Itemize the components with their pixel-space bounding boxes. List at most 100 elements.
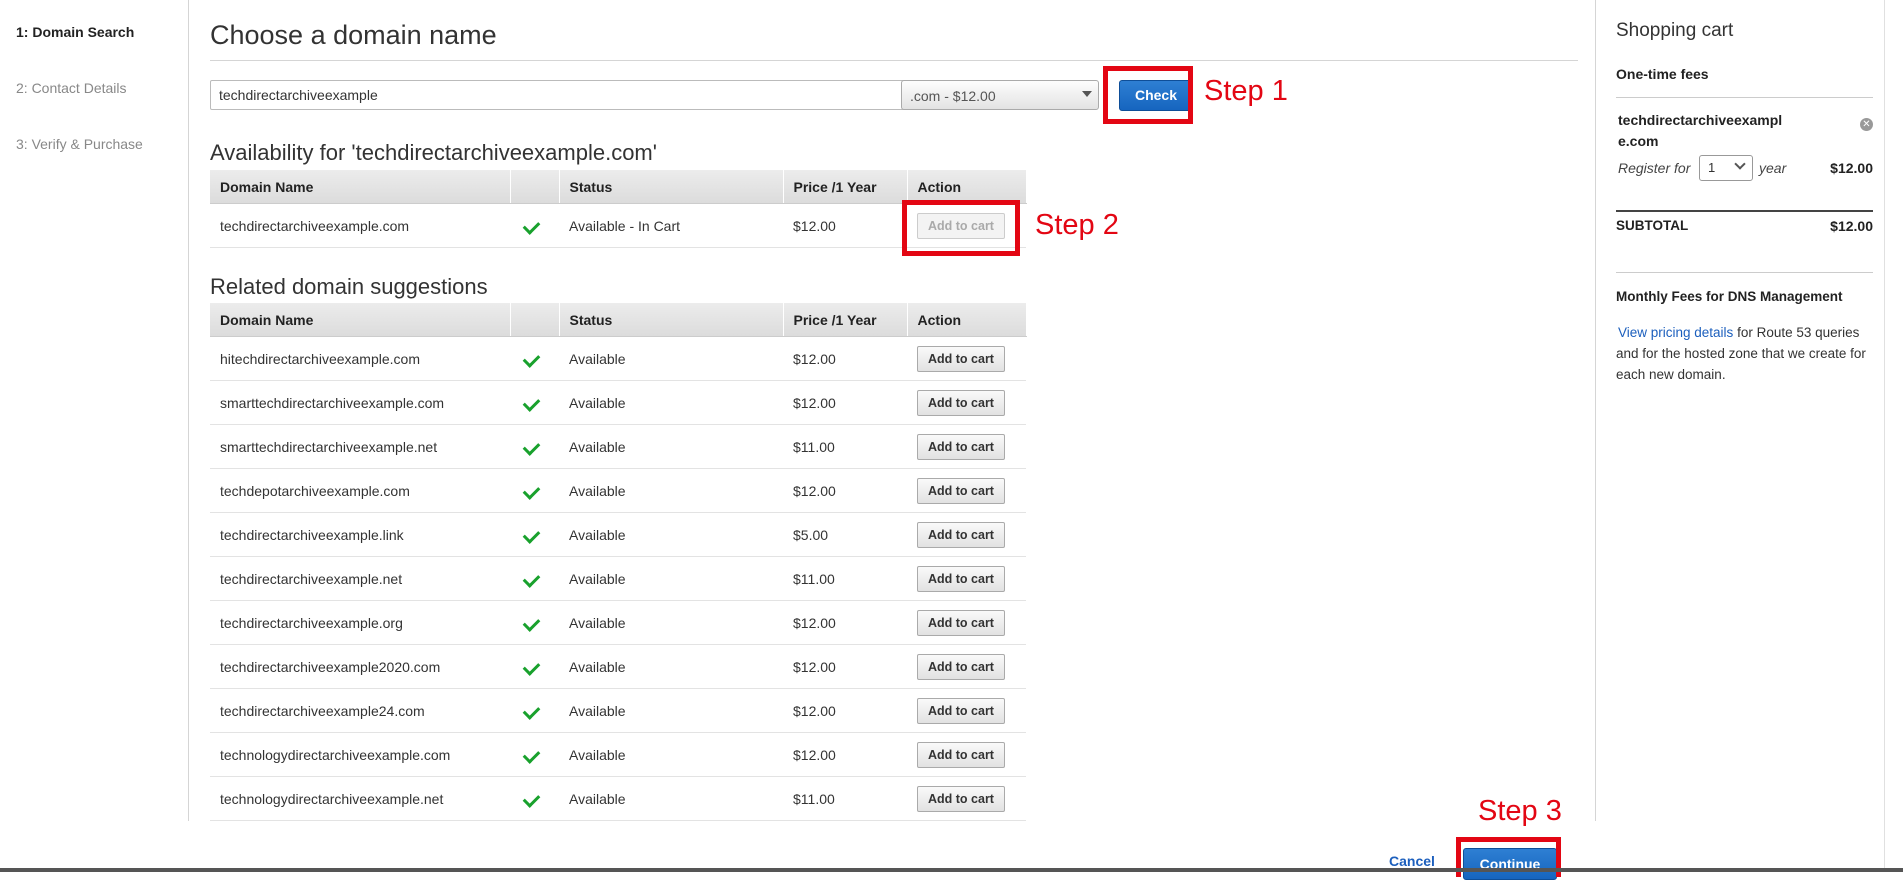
- domain-name: techdirectarchiveexample24.com: [210, 688, 510, 733]
- tld-select-value: .com - $12.00: [910, 88, 996, 104]
- domain-price: $12.00: [783, 644, 907, 689]
- domain-status: Available: [559, 468, 783, 513]
- domain-status: Available: [559, 732, 783, 777]
- domain-status: Available: [559, 644, 783, 689]
- cancel-link[interactable]: Cancel: [1389, 853, 1435, 869]
- add-to-cart-button[interactable]: Add to cart: [917, 609, 1005, 636]
- chevron-down-icon: [1082, 91, 1092, 97]
- domain-status: Available: [559, 336, 783, 381]
- col-check: [510, 303, 560, 337]
- table-row: techdirectarchiveexample.link Available $5…: [210, 512, 1026, 557]
- domain-price: $11.00: [783, 776, 907, 821]
- domain-name: techdirectarchiveexample.com: [210, 203, 510, 248]
- table-header-row: Domain Name Status Price /1 Year Action: [210, 303, 1027, 337]
- bottom-divider: [0, 868, 1903, 872]
- add-to-cart-button[interactable]: Add to cart: [917, 565, 1005, 592]
- domain-name: techdirectarchiveexample2020.com: [210, 644, 510, 689]
- one-time-fees-label: One-time fees: [1616, 66, 1709, 82]
- domain-price: $12.00: [783, 380, 907, 425]
- cart-divider: [1616, 97, 1873, 98]
- domain-status: Available: [559, 776, 783, 821]
- domain-name: technologydirectarchiveexample.com: [210, 732, 510, 777]
- check-icon: [522, 569, 541, 588]
- step1-highlight: [1103, 66, 1193, 124]
- table-header-row: Domain Name Status Price /1 Year Action: [210, 170, 1027, 204]
- check-icon: [522, 613, 541, 632]
- domain-price: $12.00: [783, 336, 907, 381]
- scrollbar[interactable]: [1884, 0, 1903, 868]
- check-icon: [522, 393, 541, 412]
- suggestions-title: Related domain suggestions: [210, 274, 488, 299]
- domain-price: $12.00: [783, 732, 907, 777]
- domain-name: smarttechdirectarchiveexample.com: [210, 380, 510, 425]
- table-row: techdepotarchiveexample.com Available $12.…: [210, 468, 1026, 513]
- availability-title: Availability for 'techdirectarchiveexamp…: [210, 140, 657, 165]
- add-to-cart-button[interactable]: Add to cart: [917, 389, 1005, 416]
- chevron-down-icon: [1734, 158, 1746, 170]
- table-row: techdirectarchiveexample.org Available $12…: [210, 600, 1026, 645]
- add-to-cart-button[interactable]: Add to cart: [917, 785, 1005, 812]
- domain-status: Available - In Cart: [559, 203, 783, 248]
- domain-price: $11.00: [783, 556, 907, 601]
- col-price: Price /1 Year: [783, 170, 908, 204]
- step2-highlight: [902, 200, 1020, 256]
- col-domain-name: Domain Name: [210, 170, 511, 204]
- check-icon: [522, 437, 541, 456]
- domain-price: $12.00: [783, 688, 907, 733]
- domain-name: techdirectarchiveexample.org: [210, 600, 510, 645]
- domain-search-input[interactable]: [210, 80, 912, 110]
- add-to-cart-button[interactable]: Add to cart: [917, 741, 1005, 768]
- table-row: smarttechdirectarchiveexample.com Availab…: [210, 380, 1026, 425]
- wizard-nav: 1: Domain Search 2: Contact Details 3: V…: [0, 0, 189, 821]
- col-status: Status: [559, 170, 784, 204]
- domain-name: smarttechdirectarchiveexample.net: [210, 424, 510, 469]
- remove-icon[interactable]: ✕: [1860, 118, 1873, 131]
- shopping-cart: Shopping cart One-time fees techdirectar…: [1595, 0, 1883, 821]
- domain-status: Available: [559, 380, 783, 425]
- tld-select[interactable]: .com - $12.00: [901, 80, 1099, 110]
- check-icon: [522, 789, 541, 808]
- wizard-step-domain-search[interactable]: 1: Domain Search: [16, 24, 134, 40]
- cart-divider: [1616, 272, 1873, 273]
- table-row: technologydirectarchiveexample.net Availa…: [210, 776, 1026, 821]
- cart-item-domain-line: techdirectarchiveexampl: [1618, 112, 1783, 128]
- domain-status: Available: [559, 600, 783, 645]
- domain-price: $11.00: [783, 424, 907, 469]
- domain-status: Available: [559, 424, 783, 469]
- domain-name: techdirectarchiveexample.link: [210, 512, 510, 557]
- domain-price: $12.00: [783, 468, 907, 513]
- domain-status: Available: [559, 512, 783, 557]
- year-label: year: [1759, 160, 1787, 176]
- col-check: [510, 170, 560, 204]
- subtotal-label: SUBTOTAL: [1616, 218, 1689, 233]
- monthly-text: and for the hosted zone that we create f…: [1616, 346, 1866, 361]
- add-to-cart-button[interactable]: Add to cart: [917, 477, 1005, 504]
- table-row: techdirectarchiveexample2020.com Availabl…: [210, 644, 1026, 689]
- subtotal-value: $12.00: [1830, 218, 1873, 234]
- table-row: techdirectarchiveexample.net Available $11…: [210, 556, 1026, 601]
- domain-price: $5.00: [783, 512, 907, 557]
- domain-status: Available: [559, 688, 783, 733]
- wizard-step-contact-details[interactable]: 2: Contact Details: [16, 80, 127, 96]
- check-icon: [522, 481, 541, 500]
- add-to-cart-button[interactable]: Add to cart: [917, 653, 1005, 680]
- title-divider: [210, 60, 1578, 61]
- check-icon: [522, 349, 541, 368]
- col-price: Price /1 Year: [783, 303, 908, 337]
- domain-price: $12.00: [783, 203, 907, 248]
- add-to-cart-button[interactable]: Add to cart: [917, 697, 1005, 724]
- wizard-step-verify-purchase[interactable]: 3: Verify & Purchase: [16, 136, 143, 152]
- register-for-label: Register for: [1618, 160, 1691, 176]
- view-pricing-link[interactable]: View pricing details: [1618, 325, 1733, 340]
- year-select[interactable]: 1: [1699, 155, 1753, 181]
- table-row: smarttechdirectarchiveexample.net Availab…: [210, 424, 1026, 469]
- monthly-text: for Route 53 queries: [1733, 325, 1860, 340]
- monthly-fees-text: View pricing details for Route 53 querie…: [1616, 322, 1873, 385]
- col-action: Action: [907, 303, 1027, 337]
- add-to-cart-button[interactable]: Add to cart: [917, 345, 1005, 372]
- add-to-cart-button[interactable]: Add to cart: [917, 433, 1005, 460]
- subtotal-divider: [1616, 210, 1873, 212]
- step2-annotation: Step 2: [1035, 209, 1119, 241]
- cart-item-domain: techdirectarchiveexampl e.com: [1618, 110, 1875, 152]
- add-to-cart-button[interactable]: Add to cart: [917, 521, 1005, 548]
